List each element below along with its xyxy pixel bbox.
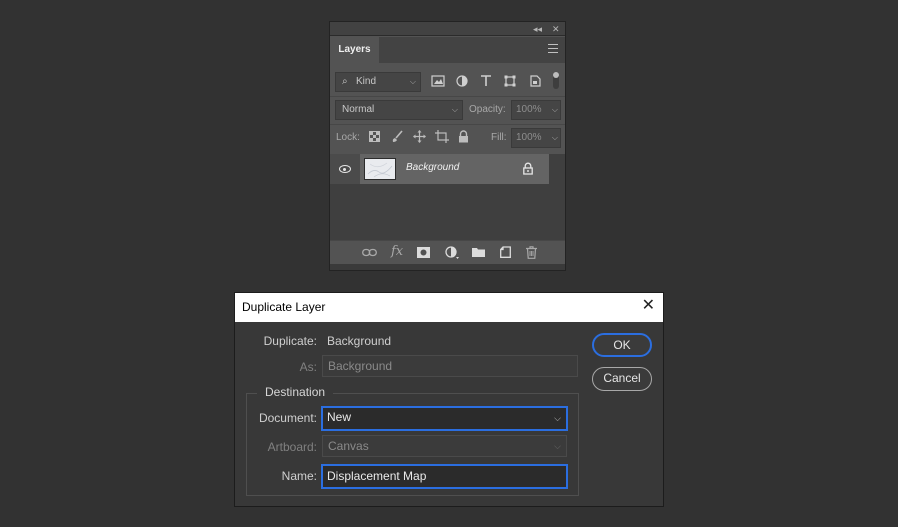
search-icon: ⌕	[342, 76, 348, 87]
blend-mode-select[interactable]: Normal ⌵	[335, 100, 463, 120]
cancel-button[interactable]: Cancel	[592, 367, 652, 391]
layer-row-background[interactable]: Background	[330, 154, 549, 184]
chevron-down-icon: ⌵	[409, 77, 416, 86]
document-label: Document:	[258, 411, 317, 425]
chevron-down-icon: ⌵	[551, 105, 558, 114]
blend-mode-value: Normal	[342, 104, 375, 115]
filter-kind-select[interactable]: ⌕ Kind ⌵	[335, 72, 421, 92]
document-select[interactable]: New ⌵	[321, 406, 568, 431]
lock-label: Lock:	[336, 132, 360, 143]
adjustment-filter-icon[interactable]	[456, 75, 468, 87]
tab-layers[interactable]: Layers	[330, 37, 379, 63]
smart-object-filter-icon[interactable]	[529, 75, 541, 87]
lock-position-icon[interactable]	[413, 130, 426, 143]
filter-kind-label: Kind	[356, 76, 377, 87]
chevron-down-icon: ⌵	[551, 133, 558, 142]
filter-toggle-switch[interactable]	[553, 72, 559, 89]
fill-value: 100%	[516, 132, 542, 143]
panel-tabbar: Layers	[330, 37, 565, 63]
panel-topbar: ◂◂ ✕	[330, 22, 565, 36]
name-input[interactable]: Displacement Map	[321, 464, 568, 489]
as-label: As:	[299, 360, 317, 374]
eye-icon	[339, 165, 351, 173]
adjustment-layer-icon[interactable]	[445, 246, 460, 260]
divider	[330, 124, 565, 125]
name-input-value: Displacement Map	[327, 469, 427, 483]
destination-legend: Destination	[257, 384, 334, 400]
name-label: Name:	[281, 469, 317, 483]
close-icon[interactable]: ✕	[642, 298, 655, 314]
fill-input[interactable]: 100% ⌵	[511, 128, 561, 148]
close-panel-icon[interactable]: ✕	[552, 23, 560, 35]
layer-name[interactable]: Background	[406, 162, 459, 173]
dialog-title: Duplicate Layer	[242, 300, 326, 314]
opacity-value: 100%	[516, 104, 542, 115]
artboard-label: Artboard:	[267, 440, 317, 454]
ok-button[interactable]: OK	[592, 333, 652, 357]
add-mask-icon[interactable]	[417, 247, 430, 258]
as-input: Background	[322, 355, 578, 377]
opacity-input[interactable]: 100% ⌵	[511, 100, 561, 120]
opacity-label: Opacity:	[469, 104, 506, 115]
lock-transparent-pixels-icon[interactable]	[369, 131, 380, 142]
collapse-panel-icon[interactable]: ◂◂	[533, 23, 542, 35]
type-filter-icon[interactable]	[480, 75, 492, 87]
visibility-toggle[interactable]	[330, 154, 360, 184]
new-group-icon[interactable]	[472, 247, 485, 257]
duplicate-label: Duplicate:	[263, 334, 317, 348]
artboard-select: Canvas ⌵	[322, 435, 567, 457]
fill-label: Fill:	[491, 132, 507, 143]
layers-bottom-toolbar: fx	[330, 240, 565, 264]
as-input-value: Background	[328, 359, 393, 373]
duplicate-value: Background	[327, 334, 392, 348]
lock-all-icon[interactable]	[458, 130, 469, 143]
duplicate-layer-dialog: Duplicate Layer ✕ Duplicate: Background …	[234, 292, 664, 507]
divider	[330, 96, 565, 97]
document-select-value: New	[327, 410, 352, 424]
shape-filter-icon[interactable]	[504, 75, 516, 87]
pixel-layer-filter-icon[interactable]	[431, 75, 445, 87]
panel-resize-grip[interactable]	[330, 264, 565, 270]
lock-image-pixels-icon[interactable]	[391, 130, 403, 143]
dialog-titlebar: Duplicate Layer ✕	[235, 293, 663, 322]
delete-icon[interactable]	[526, 246, 537, 259]
fx-icon[interactable]: fx	[391, 244, 403, 259]
panel-menu-icon[interactable]	[548, 44, 558, 53]
chevron-down-icon: ⌵	[451, 105, 458, 114]
artboard-select-value: Canvas	[328, 439, 369, 453]
chevron-down-icon: ⌵	[554, 413, 561, 423]
layer-thumbnail	[364, 158, 396, 180]
layer-locked-icon	[523, 162, 533, 175]
link-layers-icon[interactable]	[362, 248, 377, 257]
layers-panel: ◂◂ ✕ Layers ⌕ Kind ⌵ Normal ⌵ Opacity: 1…	[329, 21, 566, 271]
new-layer-icon[interactable]	[500, 246, 511, 258]
lock-artboard-icon[interactable]	[435, 130, 449, 143]
layer-list: Background	[330, 154, 565, 240]
chevron-down-icon: ⌵	[554, 441, 561, 451]
